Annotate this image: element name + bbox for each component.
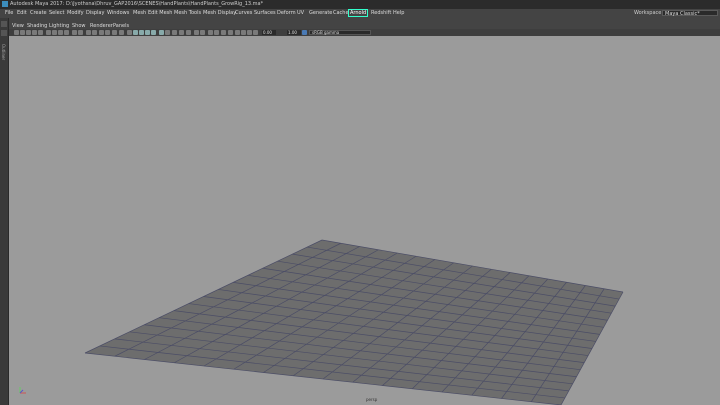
menu-create[interactable]: Create [30, 10, 47, 16]
toolbar-tool-icon[interactable] [105, 30, 110, 35]
menu-generate[interactable]: Generate [309, 10, 332, 16]
toolbar-tool-icon[interactable] [26, 30, 31, 35]
menu-file[interactable]: File [5, 10, 13, 16]
toolbar-tool-icon[interactable] [172, 30, 177, 35]
toolbar-tool-icon[interactable] [159, 30, 164, 35]
exposure-field[interactable]: 0.00 [262, 30, 276, 35]
toolbar-tool-icon[interactable] [214, 30, 219, 35]
main-menu-bar: File Edit Create Select Modify Display Windows… [0, 9, 720, 18]
toolbar-tool-icon[interactable] [186, 30, 191, 35]
toolbar-tool-icon[interactable] [92, 30, 97, 35]
toolbar-tool-icon[interactable] [72, 30, 77, 35]
menu-curves[interactable]: Curves [235, 10, 252, 16]
menu-deform[interactable]: Deform [277, 10, 296, 16]
toolbar-tool-icon[interactable] [86, 30, 91, 35]
toolbar-tool-icon[interactable] [133, 30, 138, 35]
toolbar-tool-icon[interactable] [52, 30, 57, 35]
maya-logo-icon [2, 1, 8, 7]
toolbar-tool-icon[interactable] [241, 30, 246, 35]
window-title: Autodesk Maya 2017: D:\Jyothsna\Dhruv_GA… [10, 1, 264, 7]
toolbar-tool-icon[interactable] [32, 30, 37, 35]
toolbar-tool-icon[interactable] [253, 30, 258, 35]
menu-edit-mesh[interactable]: Edit Mesh [148, 10, 172, 16]
toolbar-tool-icon[interactable] [99, 30, 104, 35]
menu-redshift[interactable]: Redshift [371, 10, 391, 16]
workspace-dropdown[interactable]: Maya Classic* [662, 10, 718, 17]
toolbar-tool-icon[interactable] [145, 30, 150, 35]
move-tool-icon[interactable] [1, 30, 7, 36]
toolbar-tool-icon[interactable] [235, 30, 240, 35]
color-management-icon[interactable] [302, 30, 307, 35]
select-tool-icon[interactable] [1, 21, 7, 27]
toolbar-tool-icon[interactable] [119, 30, 124, 35]
toolbar-tool-icon[interactable] [14, 30, 19, 35]
toolbar-tool-icon[interactable] [228, 30, 233, 35]
workspace-label: Workspace : [634, 10, 665, 16]
menu-arnold[interactable]: Arnold [347, 9, 369, 17]
toolbar-tool-icon[interactable] [78, 30, 83, 35]
menu-display[interactable]: Display [86, 10, 104, 16]
menu-mesh-tools[interactable]: Mesh Tools [174, 10, 201, 16]
title-bar: Autodesk Maya 2017: D:\Jyothsna\Dhruv_GA… [0, 0, 720, 9]
left-tool-strip: Outliner [0, 18, 9, 405]
toolbar-tool-icon[interactable] [64, 30, 69, 35]
menu-cache[interactable]: Cache [333, 10, 349, 16]
toolbar-tool-icon[interactable] [247, 30, 252, 35]
menu-select[interactable]: Select [49, 10, 64, 16]
viewport-toolbar: 0.00 1.00 sRGB gamma [9, 29, 720, 36]
menu-edit[interactable]: Edit [17, 10, 27, 16]
colorspace-dropdown[interactable]: sRGB gamma [309, 30, 371, 35]
toolbar-tool-icon[interactable] [221, 30, 226, 35]
toolbar-tool-icon[interactable] [127, 30, 132, 35]
menu-help[interactable]: Help [393, 10, 404, 16]
camera-name-label: persp [366, 397, 378, 402]
toolbar-tool-icon[interactable] [20, 30, 25, 35]
3d-viewport[interactable]: persp [9, 36, 720, 405]
panel-menu-bar: View Shading Lighting Show Renderer Panels [9, 21, 720, 29]
toolbar-tool-icon[interactable] [46, 30, 51, 35]
toolbar-tool-icon[interactable] [200, 30, 205, 35]
menu-surfaces[interactable]: Surfaces [254, 10, 276, 16]
menu-mesh[interactable]: Mesh [133, 10, 146, 16]
gamma-field[interactable]: 1.00 [287, 30, 301, 35]
toolbar-tool-icon[interactable] [194, 30, 199, 35]
toolbar-tool-icon[interactable] [139, 30, 144, 35]
outliner-label[interactable]: Outliner [1, 44, 6, 60]
menu-uv[interactable]: UV [297, 10, 304, 16]
toolbar-tool-icon[interactable] [165, 30, 170, 35]
toolbar-tool-icon[interactable] [38, 30, 43, 35]
ground-grid [84, 239, 624, 405]
toolbar-tool-icon[interactable] [112, 30, 117, 35]
toolbar-tool-icon[interactable] [179, 30, 184, 35]
toolbar-tool-icon[interactable] [208, 30, 213, 35]
toolbar-tool-icon[interactable] [58, 30, 63, 35]
toolbar-tool-icon[interactable] [151, 30, 156, 35]
menu-mesh-display[interactable]: Mesh Display [203, 10, 236, 16]
axis-gizmo-icon [19, 387, 26, 394]
menu-windows[interactable]: Windows [107, 10, 129, 16]
menu-modify[interactable]: Modify [67, 10, 84, 16]
